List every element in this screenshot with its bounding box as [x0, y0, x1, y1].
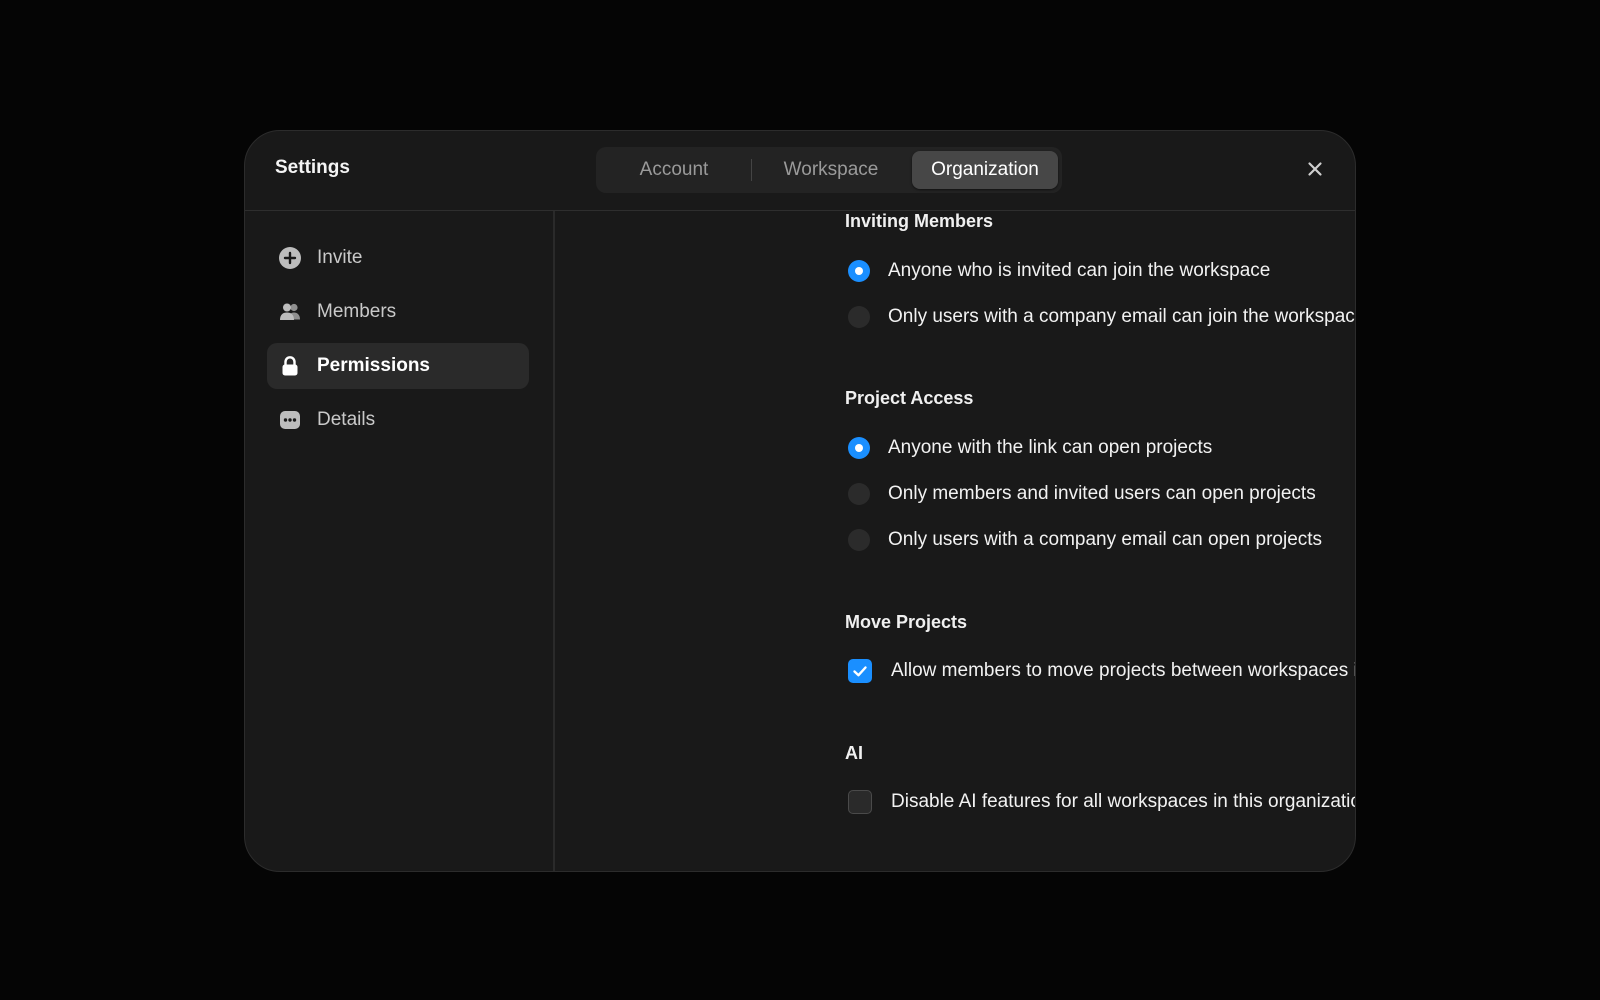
radio-button[interactable]	[848, 529, 870, 551]
details-icon	[280, 411, 300, 429]
lock-icon	[282, 356, 298, 376]
close-button[interactable]	[1303, 157, 1327, 181]
radio-label: Anyone with the link can open projects	[888, 437, 1213, 458]
sidebar-item-invite[interactable]: Invite	[267, 235, 529, 281]
radio-button[interactable]	[848, 260, 870, 282]
tab-bar: Account Workspace Organization	[596, 147, 1062, 193]
checkbox-label: Allow members to move projects between w…	[891, 660, 1355, 681]
checkbox[interactable]	[848, 790, 872, 814]
tab-workspace[interactable]: Workspace	[756, 151, 906, 189]
sidebar-item-details[interactable]: Details	[267, 397, 529, 443]
sidebar-item-label: Members	[317, 301, 397, 322]
sidebar: Invite Members Permissions Details	[245, 211, 555, 871]
tab-account[interactable]: Account	[604, 151, 744, 189]
section-title-move-projects: Move Projects	[845, 612, 968, 632]
radio-label: Anyone who is invited can join the works…	[888, 260, 1271, 281]
plus-circle-icon	[279, 247, 301, 269]
radio-button[interactable]	[848, 306, 870, 328]
sidebar-item-members[interactable]: Members	[267, 289, 529, 335]
sidebar-item-label: Permissions	[317, 355, 430, 376]
radio-button[interactable]	[848, 483, 870, 505]
radio-button[interactable]	[848, 437, 870, 459]
section-title-inviting-members: Inviting Members	[845, 211, 994, 231]
radio-label: Only users with a company email can open…	[888, 529, 1323, 550]
checkmark-icon	[853, 666, 867, 677]
dialog-header: Settings Account Workspace Organization	[245, 131, 1355, 211]
sidebar-item-label: Details	[317, 409, 376, 430]
dialog-title: Settings	[275, 157, 350, 178]
sidebar-item-label: Invite	[317, 247, 363, 268]
permissions-panel: Inviting Members Anyone who is invited c…	[555, 211, 1355, 871]
checkbox[interactable]	[848, 659, 872, 683]
radio-label: Only members and invited users can open …	[888, 483, 1316, 504]
checkbox-label: Disable AI features for all workspaces i…	[891, 791, 1356, 812]
tab-divider	[751, 159, 752, 181]
users-icon	[280, 303, 300, 320]
section-title-project-access: Project Access	[845, 388, 974, 408]
settings-dialog: Settings Account Workspace Organization …	[244, 130, 1356, 872]
section-title-ai: AI	[845, 743, 863, 763]
sidebar-item-permissions[interactable]: Permissions	[267, 343, 529, 389]
close-icon	[1308, 162, 1322, 176]
tab-organization[interactable]: Organization	[912, 151, 1058, 189]
radio-label: Only users with a company email can join…	[888, 306, 1356, 327]
